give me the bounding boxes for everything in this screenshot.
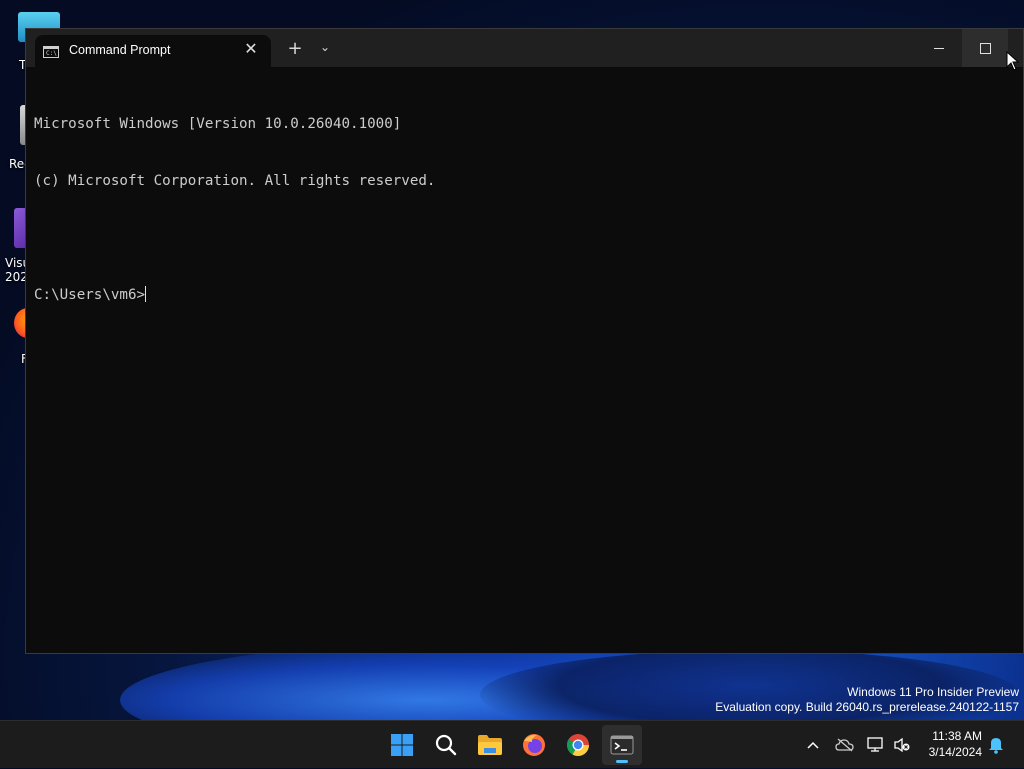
firefox-button[interactable] [514,725,554,765]
start-button[interactable] [382,725,422,765]
minimize-button[interactable] [916,29,962,67]
notifications-button[interactable] [985,721,1007,769]
taskbar: 11:38 AM 3/14/2024 [0,720,1024,768]
network-button[interactable] [865,721,887,769]
clock[interactable]: 11:38 AM 3/14/2024 [929,728,982,760]
clock-date: 3/14/2024 [928,745,982,759]
network-icon [867,737,883,752]
cmd-icon: C:\ [43,46,59,58]
chrome-button[interactable] [558,725,598,765]
watermark-line-2: Evaluation copy. Build 26040.rs_prerelea… [715,700,1019,714]
mouse-pointer-icon [1006,51,1020,71]
file-explorer-button[interactable] [470,725,510,765]
text-cursor [145,286,147,302]
tab-command-prompt[interactable]: C:\ Command Prompt ✕ [35,35,271,67]
new-tab-button[interactable]: + [285,38,305,59]
volume-button[interactable] [891,721,913,769]
search-icon [435,734,457,756]
command-prompt-window: C:\ Command Prompt ✕ + ⌄ Microsoft Windo… [25,28,1024,654]
minimize-icon [934,47,944,49]
terminal-icon [610,735,634,755]
onedrive-button[interactable] [833,721,857,769]
maximize-button[interactable] [962,29,1008,67]
title-bar[interactable]: C:\ Command Prompt ✕ + ⌄ [26,29,1023,67]
watermark-line-1: Windows 11 Pro Insider Preview [847,685,1019,699]
console-prompt: C:\Users\vm6> [34,287,146,303]
terminal-button[interactable] [602,725,642,765]
show-hidden-icons-button[interactable] [802,721,824,769]
maximize-icon [979,43,991,54]
console-line: Microsoft Windows [Version 10.0.26040.10… [34,116,402,132]
search-button[interactable] [426,725,466,765]
start-icon [391,734,413,756]
tab-title: Command Prompt [69,43,171,57]
file-explorer-icon [478,735,502,755]
evaluation-watermark: Windows 11 Pro Insider Preview Evaluatio… [715,685,1019,715]
chevron-down-icon[interactable]: ⌄ [315,40,335,54]
console-output[interactable]: Microsoft Windows [Version 10.0.26040.10… [34,77,1013,343]
close-tab-icon[interactable]: ✕ [241,39,261,58]
volume-muted-icon [894,737,910,753]
console-line: (c) Microsoft Corporation. All rights re… [34,173,436,189]
bell-icon [989,738,1003,754]
firefox-icon [523,734,545,756]
cloud-offline-icon [835,738,854,752]
chevron-up-icon [807,741,819,749]
active-app-indicator [616,760,628,763]
chrome-icon [567,734,589,756]
clock-time: 11:38 AM [932,729,982,743]
console-prompt-line[interactable]: C:\Users\vm6> [34,286,1013,305]
